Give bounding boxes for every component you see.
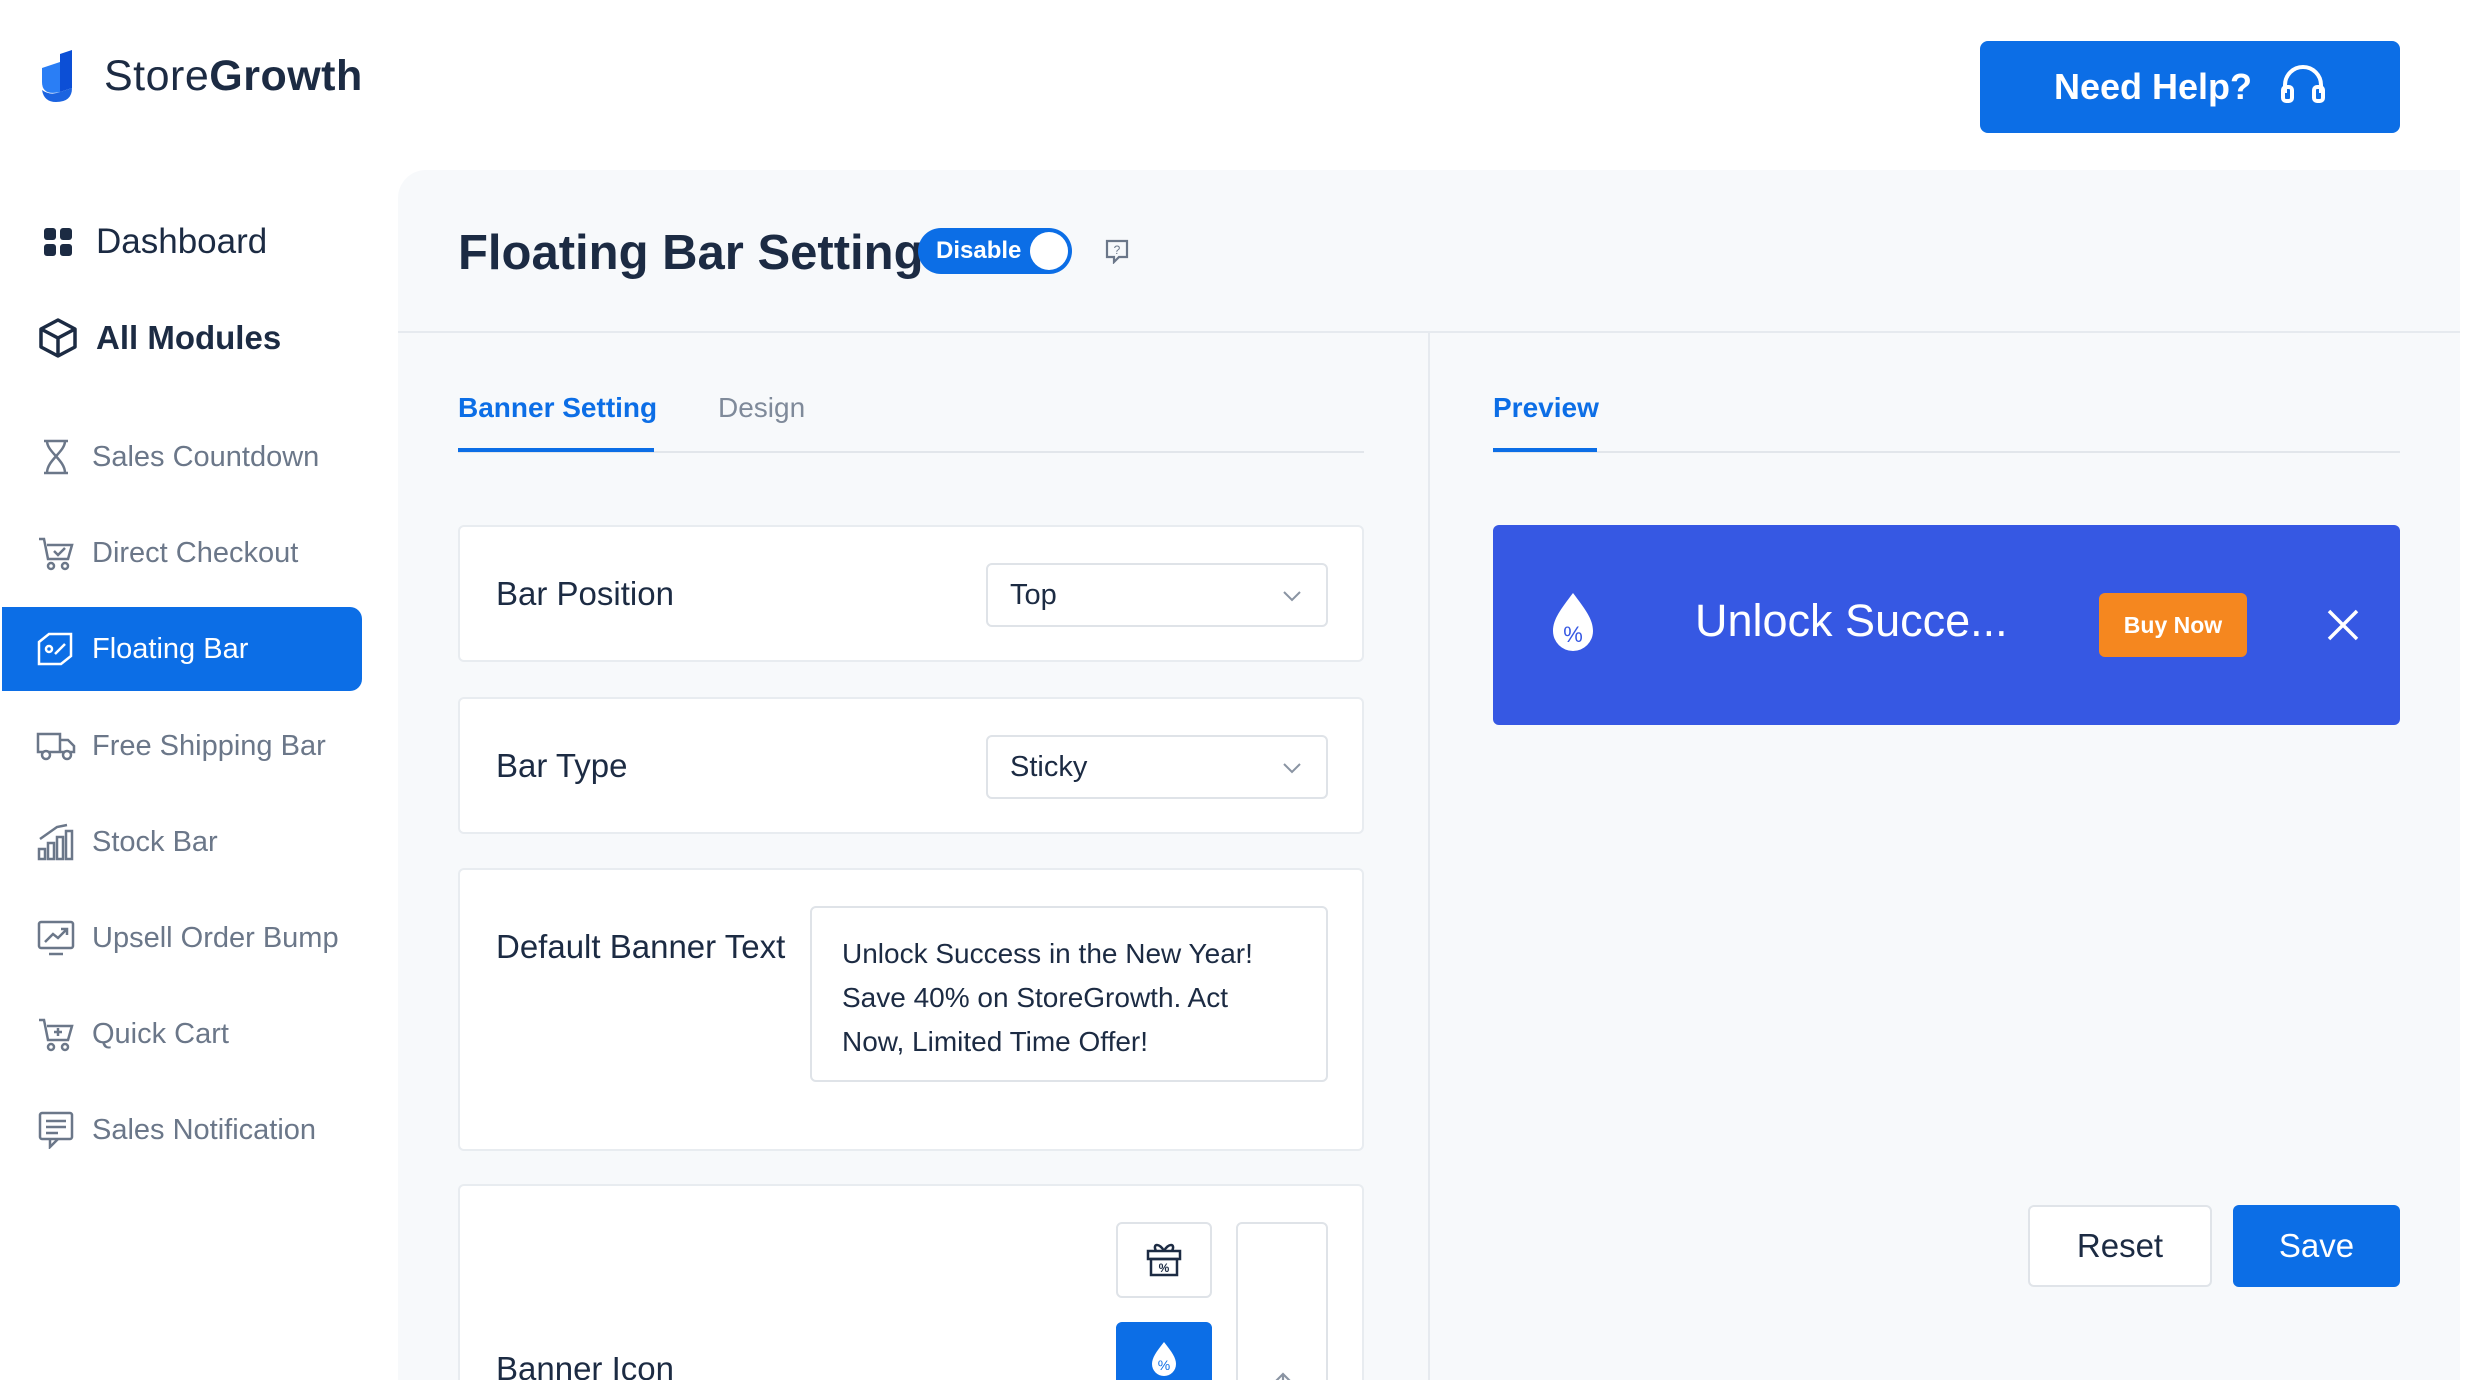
tab-active-indicator — [458, 448, 654, 452]
sidebar-item-direct-checkout[interactable]: Direct Checkout — [36, 533, 298, 573]
brand-logo[interactable]: StoreGrowth — [38, 50, 363, 102]
cart-icon — [36, 1014, 76, 1054]
drop-percent-icon: % — [1144, 1338, 1184, 1380]
chevron-down-icon — [1280, 755, 1304, 788]
bar-type-card: Bar Type Sticky — [458, 697, 1364, 834]
svg-text:%: % — [1563, 622, 1583, 647]
sidebar-item-upsell-order-bump[interactable]: Upsell Order Bump — [36, 918, 339, 958]
truck-icon — [36, 726, 76, 766]
sidebar-item-label: Floating Bar — [92, 632, 249, 665]
icon-option-gift[interactable]: % — [1116, 1222, 1212, 1298]
need-help-button[interactable]: Need Help? — [1980, 41, 2400, 133]
main-panel: Floating Bar Setting Disable ? Banner Se… — [398, 170, 2460, 1380]
banner-icon-card: Banner Icon % % — [458, 1184, 1364, 1380]
storegrowth-logo-icon — [38, 50, 90, 102]
svg-text:?: ? — [1114, 243, 1121, 257]
sidebar-item-sales-notification[interactable]: Sales Notification — [36, 1110, 316, 1150]
banner-icon-label: Banner Icon — [496, 1350, 674, 1380]
trend-up-icon — [36, 918, 76, 958]
bar-type-label: Bar Type — [496, 747, 628, 784]
drop-percent-icon: % — [1543, 589, 1603, 662]
preview-banner-text: Unlock Succe... — [1695, 595, 2008, 646]
preview-banner: % Unlock Succe... Buy Now — [1493, 525, 2400, 725]
sidebar-item-label: Free Shipping Bar — [92, 729, 326, 762]
svg-text:%: % — [1159, 1261, 1170, 1275]
banner-text-label: Default Banner Text — [496, 928, 786, 965]
nav-all-modules[interactable]: All Modules — [38, 318, 281, 358]
tab-design[interactable]: Design — [718, 392, 805, 424]
sidebar-item-label: Upsell Order Bump — [92, 921, 339, 954]
upload-icon — [1266, 1370, 1300, 1380]
page-title: Floating Bar Setting — [458, 226, 924, 280]
hourglass-icon — [36, 437, 76, 477]
tab-banner-setting[interactable]: Banner Setting — [458, 392, 657, 424]
sidebar-item-label: Direct Checkout — [92, 536, 299, 569]
sidebar-item-stock-bar[interactable]: Stock Bar — [36, 822, 218, 862]
save-button[interactable]: Save — [2233, 1205, 2400, 1287]
bar-position-card: Bar Position Top — [458, 525, 1364, 662]
reset-button[interactable]: Reset — [2028, 1205, 2212, 1287]
help-info-icon[interactable]: ? — [1104, 238, 1130, 269]
close-icon[interactable] — [2323, 605, 2363, 650]
need-help-label: Need Help? — [2053, 66, 2253, 107]
toggle-label: Disable — [936, 237, 1022, 264]
icon-upload-box[interactable] — [1236, 1222, 1328, 1380]
preview-tab-indicator — [1493, 448, 1597, 452]
gift-percent-icon: % — [1144, 1239, 1184, 1282]
sidebar-item-quick-cart[interactable]: Quick Cart — [36, 1014, 229, 1054]
bar-chart-icon — [36, 822, 76, 862]
toggle-knob — [1030, 232, 1068, 270]
banner-text-input[interactable]: Unlock Success in the New Year! Save 40%… — [810, 906, 1328, 1082]
cube-icon — [38, 318, 78, 358]
banner-text-card: Default Banner Text Unlock Success in th… — [458, 868, 1364, 1151]
sidebar-item-label: Quick Cart — [92, 1017, 229, 1050]
disable-toggle[interactable]: Disable — [918, 228, 1072, 274]
sidebar-item-label: Sales Countdown — [92, 440, 320, 473]
bar-position-label: Bar Position — [496, 575, 674, 612]
sidebar-item-floating-bar[interactable]: Floating Bar — [2, 607, 362, 691]
dashboard-grid-icon — [38, 222, 78, 262]
column-divider — [1428, 332, 1430, 1380]
sidebar-item-free-shipping-bar[interactable]: Free Shipping Bar — [36, 726, 326, 766]
sidebar-item-label: Sales Notification — [92, 1113, 317, 1146]
icon-option-drop[interactable]: % — [1116, 1322, 1212, 1380]
tab-preview[interactable]: Preview — [1493, 392, 1599, 424]
headset-icon — [2280, 63, 2326, 112]
bar-position-value: Top — [1010, 578, 1057, 611]
buy-now-button[interactable]: Buy Now — [2099, 593, 2247, 657]
brand-name: StoreGrowth — [104, 51, 363, 100]
sidebar-item-label: Stock Bar — [92, 825, 218, 858]
nav-all-modules-label: All Modules — [96, 319, 282, 356]
nav-dashboard[interactable]: Dashboard — [38, 222, 267, 262]
sidebar-item-sales-countdown[interactable]: Sales Countdown — [36, 437, 319, 477]
preview-tab-track — [1493, 451, 2400, 453]
bar-type-select[interactable]: Sticky — [986, 735, 1328, 799]
chevron-down-icon — [1280, 583, 1304, 616]
tag-icon — [36, 629, 76, 669]
bar-position-select[interactable]: Top — [986, 563, 1328, 627]
svg-text:%: % — [1158, 1357, 1170, 1373]
notification-icon — [36, 1110, 76, 1150]
bar-type-value: Sticky — [1010, 750, 1088, 783]
nav-dashboard-label: Dashboard — [96, 222, 268, 261]
cart-check-icon — [36, 533, 76, 573]
